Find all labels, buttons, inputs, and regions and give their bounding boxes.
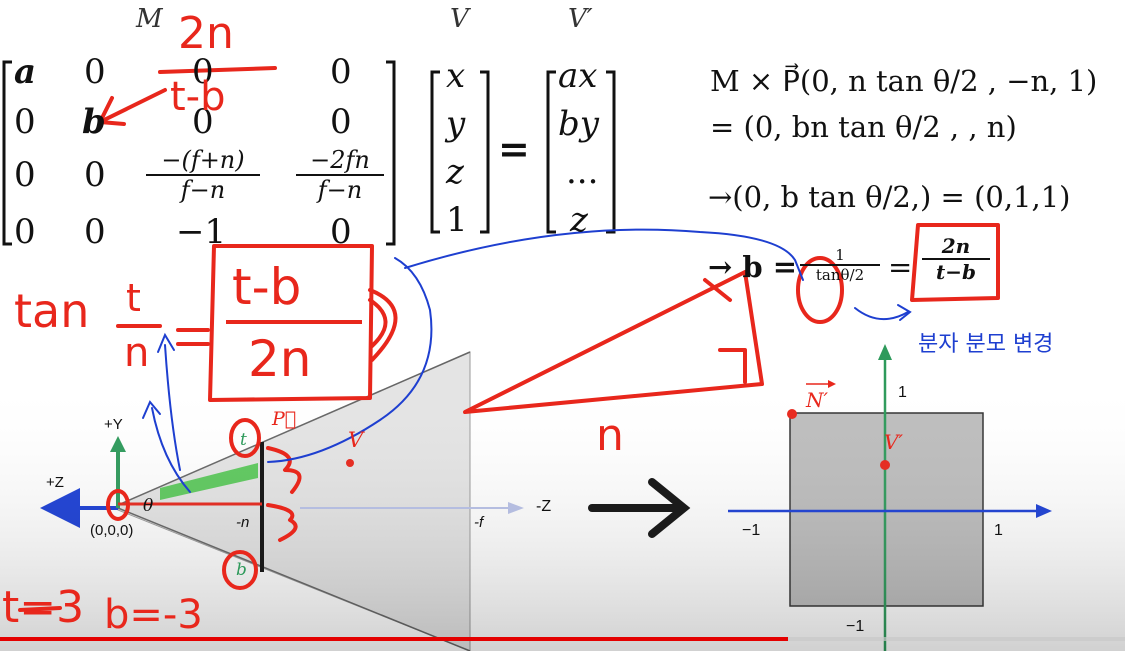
cell-r3c4: −2fn f−n	[296, 146, 384, 204]
matrix-equals: =	[498, 126, 530, 171]
cell-r2c1: 0	[14, 102, 36, 142]
vp-ax: ax	[558, 56, 598, 96]
hand-top-2n: 2n	[178, 8, 234, 59]
neg-n-label: -n	[236, 514, 250, 531]
neg-z-label: -Z	[536, 498, 552, 515]
plus-z-label: +Z	[46, 474, 64, 491]
ndc-one-top: 1	[898, 384, 907, 401]
theta-label: θ	[143, 496, 154, 516]
v-x: x	[446, 56, 466, 96]
hand-boxed-bar	[226, 320, 362, 324]
hand-tan: tan	[14, 284, 90, 338]
v-w: 1	[446, 200, 468, 240]
hand-b-eq: b=-3	[104, 592, 203, 638]
hand-boxed-den: 2n	[248, 330, 312, 388]
ndc-one-right: 1	[994, 522, 1003, 539]
cell-r1c4: 0	[330, 52, 352, 92]
equation-line1: M × P⃗(0, n tan θ/2 , −n, 1)	[710, 64, 1098, 98]
cell-r3c2: 0	[84, 155, 106, 195]
equation-line3: →(0, b tan θ/2,) = (0,1,1)	[708, 180, 1071, 214]
cell-r4c1: 0	[14, 212, 36, 252]
ndc-neg-one-bottom: −1	[846, 618, 865, 635]
hand-tan-den: n	[124, 330, 150, 376]
vector-vp-label: V′	[568, 4, 593, 34]
line4-rhs-num: 2n	[922, 234, 990, 260]
ndc-neg-one-left: −1	[742, 522, 761, 539]
cell-r3c4-den: f−n	[317, 176, 363, 204]
plus-y-label: +Y	[104, 416, 123, 433]
equation-line2: = (0, bn tan θ/2 , , n)	[710, 110, 1017, 144]
cell-r4c2: 0	[84, 212, 106, 252]
v-label: V	[348, 428, 364, 452]
hand-boxed-num: t-b	[232, 258, 302, 316]
n-prime-label: N′	[806, 388, 829, 412]
cell-r3c4-num: −2fn	[296, 146, 384, 176]
hand-tan-num: t	[126, 276, 141, 320]
hand-top-frac-den: t-b	[170, 74, 226, 120]
v-y: y	[446, 104, 466, 144]
equation-line4-eq: =	[888, 250, 913, 284]
hand-n-label: n	[596, 410, 624, 461]
vp-by: by	[558, 104, 599, 144]
v-prime-label: V′	[884, 430, 903, 454]
matrix-m-label: M	[136, 4, 163, 34]
hand-t-eq: t=3	[2, 582, 85, 633]
vp-ellipsis: ...	[566, 152, 599, 192]
p-label: P⃗	[272, 408, 297, 430]
neg-f-label: -f	[474, 514, 484, 531]
equation-line4-rhs: 2n t−b	[922, 234, 990, 284]
cell-r1c2: 0	[84, 52, 106, 92]
vp-z: z	[570, 200, 588, 240]
b-label: b	[236, 560, 247, 580]
v-z: z	[446, 152, 464, 192]
video-progress-fill	[0, 637, 788, 641]
line4-frac-num: 1	[800, 246, 880, 266]
equation-line4-lhs: → b =	[708, 250, 798, 284]
cell-r4c4: 0	[330, 212, 352, 252]
cell-r3c3-den: f−n	[180, 176, 226, 204]
equation-line4-frac: 1 tanθ/2	[800, 246, 880, 284]
hand-korean-note: 분자 분모 변경	[918, 332, 1054, 357]
origin-label: (0,0,0)	[90, 522, 134, 539]
cell-r3c3: −(f+n) f−n	[146, 146, 260, 204]
cell-r3c1: 0	[14, 155, 36, 195]
cell-r3c3-num: −(f+n)	[146, 146, 260, 176]
cell-r2c4: 0	[330, 102, 352, 142]
cell-r1c1: a	[14, 52, 37, 92]
line4-frac-den: tanθ/2	[815, 266, 865, 284]
line4-rhs-den: t−b	[936, 260, 976, 284]
vector-v-label: V	[450, 4, 469, 34]
cell-r2c2: b	[82, 102, 106, 142]
cell-r4c3: −1	[176, 212, 227, 252]
t-label: t	[240, 430, 247, 450]
video-progress-bar[interactable]	[0, 637, 1125, 641]
